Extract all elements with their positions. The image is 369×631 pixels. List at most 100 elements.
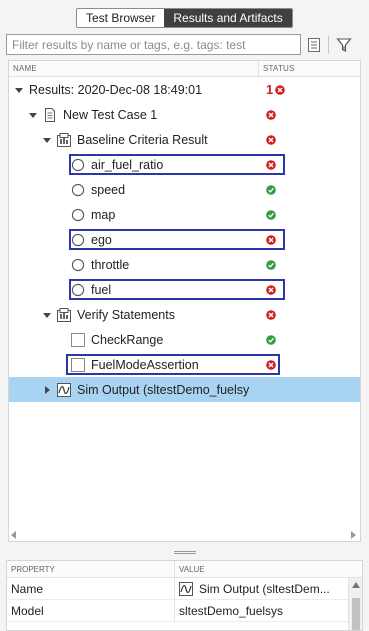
tree-horizontal-scrollbar[interactable] xyxy=(9,529,360,541)
signal-circle-icon xyxy=(71,208,85,222)
scrollbar-thumb[interactable] xyxy=(352,598,360,630)
expand-caret-down-icon[interactable] xyxy=(41,134,53,146)
caret-spacer xyxy=(55,359,67,371)
tree-header: NAME STATUS xyxy=(9,61,360,77)
tree-name-cell: throttle xyxy=(9,252,260,277)
tree-row-label: air_fuel_ratio xyxy=(91,157,164,172)
results-tree: NAME STATUS Results: 2020-Dec-08 18:49:0… xyxy=(8,60,361,542)
scroll-right-arrow-icon[interactable] xyxy=(351,531,356,539)
tree-row-label: CheckRange xyxy=(91,332,164,347)
tree-row-ego[interactable]: ego xyxy=(9,227,360,252)
tree-row-throttle[interactable]: throttle xyxy=(9,252,360,277)
tree-row-fuel[interactable]: fuel xyxy=(9,277,360,302)
sim-output-icon xyxy=(179,581,193,596)
tree-name-cell: air_fuel_ratio xyxy=(9,152,285,177)
filter-funnel-icon[interactable] xyxy=(334,35,354,55)
properties-header: PROPERTY VALUE xyxy=(7,561,362,578)
tree-status-cell xyxy=(260,234,360,245)
property-row-name[interactable]: Name Sim Output (sltestDem... xyxy=(7,578,362,600)
tree-name-cell: map xyxy=(9,202,260,227)
checkbox-icon xyxy=(71,357,85,372)
tree-row-label: New Test Case 1 xyxy=(63,107,158,122)
property-name-label: Name xyxy=(7,578,175,599)
status-fail-icon xyxy=(266,234,276,245)
caret-spacer xyxy=(55,284,67,296)
tree-row-label: ego xyxy=(91,232,112,247)
tree-status-cell: 1 xyxy=(260,82,360,97)
document-view-icon[interactable] xyxy=(304,35,324,55)
tree-row-speed[interactable]: speed xyxy=(9,177,360,202)
signal-circle-icon xyxy=(71,283,85,297)
properties-panel: PROPERTY VALUE Name Sim Output (sltestDe… xyxy=(6,560,363,631)
tree-row-label: Baseline Criteria Result xyxy=(77,132,208,147)
tree-status-cell xyxy=(260,259,360,270)
name-column-header[interactable]: NAME xyxy=(9,61,259,76)
tree-body: Results: 2020-Dec-08 18:49:01 1 New Test C… xyxy=(9,77,360,402)
property-name-value: Sim Output (sltestDem... xyxy=(175,578,330,599)
property-column-header: PROPERTY xyxy=(7,561,175,577)
tab-test-browser[interactable]: Test Browser xyxy=(77,9,165,27)
tree-row-sim-output-sltestdemo-fuelsy[interactable]: Sim Output (sltestDemo_fuelsy xyxy=(9,377,360,402)
caret-spacer xyxy=(55,334,67,346)
status-pass-icon xyxy=(266,259,276,270)
tree-name-cell: CheckRange xyxy=(9,327,260,352)
property-model-value: sltestDemo_fuelsys xyxy=(179,603,284,618)
status-fail-icon xyxy=(266,134,276,145)
tree-row-label: Sim Output (sltestDemo_fuelsy xyxy=(77,382,250,397)
tree-row-baseline-criteria-result[interactable]: Baseline Criteria Result xyxy=(9,127,360,152)
search-toolbar xyxy=(6,34,363,56)
value-column-header: VALUE xyxy=(179,565,205,574)
signal-circle-icon xyxy=(71,158,85,172)
scroll-up-arrow-icon[interactable] xyxy=(352,582,360,588)
panel-splitter[interactable] xyxy=(0,548,369,556)
tree-row-map[interactable]: map xyxy=(9,202,360,227)
status-pass-icon xyxy=(266,334,276,345)
tree-row-air-fuel-ratio[interactable]: air_fuel_ratio xyxy=(9,152,360,177)
tree-row-fuelmodeassertion[interactable]: FuelModeAssertion xyxy=(9,352,360,377)
properties-vertical-scrollbar[interactable] xyxy=(348,578,362,630)
tab-results-and-artifacts[interactable]: Results and Artifacts xyxy=(164,9,292,27)
tree-row-new-test-case-1[interactable]: New Test Case 1 xyxy=(9,102,360,127)
expand-caret-down-icon[interactable] xyxy=(13,84,25,96)
caret-spacer xyxy=(55,209,67,221)
criteria-icon xyxy=(57,132,71,147)
scroll-left-arrow-icon[interactable] xyxy=(11,531,16,539)
expand-caret-down-icon[interactable] xyxy=(41,309,53,321)
tree-name-cell: Verify Statements xyxy=(9,302,260,327)
status-fail-icon xyxy=(266,109,276,120)
property-model-label: Model xyxy=(7,600,175,621)
signal-circle-icon xyxy=(71,258,85,272)
tree-row-label: map xyxy=(91,207,116,222)
signal-circle-icon xyxy=(71,183,85,197)
document-icon xyxy=(43,107,57,122)
criteria-icon xyxy=(57,307,71,322)
view-tab-group: Test Browser Results and Artifacts xyxy=(76,8,293,28)
tree-name-cell: fuel xyxy=(9,277,285,302)
toolbar-divider xyxy=(328,36,329,54)
tree-status-cell xyxy=(260,334,360,345)
status-fail-icon xyxy=(266,359,276,370)
splitter-grip-icon[interactable] xyxy=(173,550,196,554)
status-fail-icon xyxy=(266,159,276,170)
tree-row-checkrange[interactable]: CheckRange xyxy=(9,327,360,352)
tree-name-cell: Sim Output (sltestDemo_fuelsy xyxy=(9,377,260,402)
tree-name-cell: Results: 2020-Dec-08 18:49:01 xyxy=(9,77,260,102)
filter-results-input[interactable] xyxy=(6,34,301,55)
expand-caret-down-icon[interactable] xyxy=(27,109,39,121)
tree-status-cell xyxy=(260,134,360,145)
tree-name-cell: speed xyxy=(9,177,260,202)
property-name-text: Sim Output (sltestDem... xyxy=(199,581,330,596)
tree-row-label: speed xyxy=(91,182,126,197)
expand-caret-right-icon[interactable] xyxy=(41,384,53,396)
tree-name-cell: ego xyxy=(9,227,285,252)
tree-row-results-2020-dec-08-18-49-01[interactable]: Results: 2020-Dec-08 18:49:01 1 xyxy=(9,77,360,102)
caret-spacer xyxy=(55,159,67,171)
fail-count-badge: 1 xyxy=(266,82,274,97)
status-fail-icon xyxy=(266,284,276,295)
checkbox-icon xyxy=(71,332,85,347)
tree-row-verify-statements[interactable]: Verify Statements xyxy=(9,302,360,327)
tree-name-cell: New Test Case 1 xyxy=(9,102,260,127)
caret-spacer xyxy=(55,234,67,246)
status-column-header[interactable]: STATUS xyxy=(259,61,295,76)
property-row-model[interactable]: Model sltestDemo_fuelsys xyxy=(7,600,362,622)
